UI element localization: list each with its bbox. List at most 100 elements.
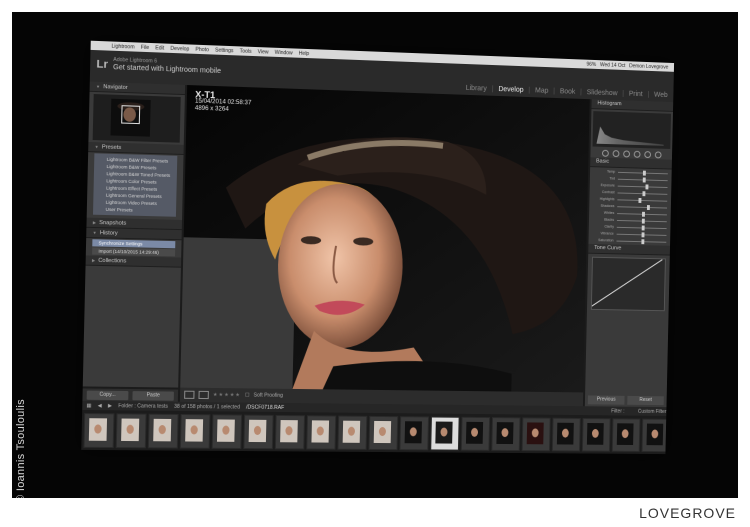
module-book[interactable]: Book [560,88,576,95]
slider-track[interactable] [618,171,668,173]
custom-filter-select[interactable]: Custom Filter [638,408,667,414]
grid-view-icon[interactable]: ▦ [86,402,91,408]
slider-knob[interactable] [642,191,645,196]
menu-edit[interactable]: Edit [155,45,164,51]
slider-track[interactable] [618,178,668,180]
filmstrip-thumbnail[interactable] [306,415,336,449]
slider-track[interactable] [616,240,666,242]
copy-button[interactable]: Copy... [87,391,129,401]
filmstrip-thumbnail[interactable] [212,414,242,449]
history-header[interactable]: ▼ History [86,228,182,240]
radial-filter-icon[interactable] [644,151,651,158]
menu-view[interactable]: View [258,49,269,55]
back-arrow-icon[interactable]: ◀ [98,402,102,408]
module-web[interactable]: Web [654,92,668,99]
filmstrip-thumbnail[interactable] [461,417,490,451]
before-after-icon[interactable] [198,391,208,399]
module-separator: | [580,89,582,96]
filmstrip-thumbnail[interactable] [491,417,520,451]
navigator-thumbnail [110,99,150,137]
paste-button[interactable]: Paste [132,391,174,401]
photo-count: 38 of 158 photos / 1 selected [174,403,240,410]
menu-settings[interactable]: Settings [215,47,234,54]
slider-knob[interactable] [642,211,645,216]
slider-track[interactable] [617,206,667,208]
slider-track[interactable] [618,185,668,187]
slider-track[interactable] [617,199,667,201]
slider-knob[interactable] [642,225,645,230]
left-panel: ▼ Navigator ▼ Presets Lightroom B&W Filter… [83,82,185,388]
filmstrip-thumbnail[interactable] [399,416,429,450]
filmstrip-thumbnail[interactable] [612,418,641,452]
slider-track[interactable] [617,219,667,221]
menu-help[interactable]: Help [299,50,310,56]
folder-source[interactable]: Folder : Camera tests [118,403,168,410]
filmstrip-thumbnail[interactable] [369,416,399,450]
slider-knob[interactable] [642,232,645,237]
filmstrip-thumbnail[interactable] [148,414,179,449]
filmstrip-thumbnail[interactable] [243,415,273,450]
histogram-header[interactable]: Histogram [591,99,673,112]
menu-file[interactable]: File [141,44,149,50]
slider-knob[interactable] [638,197,641,202]
filmstrip-thumbnail[interactable] [582,418,611,452]
filmstrip-thumbnail[interactable] [275,415,305,450]
menu-lightroom[interactable]: Lightroom [111,43,134,50]
slider-knob[interactable] [645,184,648,189]
filmstrip-thumbnail[interactable] [180,414,211,449]
zoom-box[interactable] [121,105,140,124]
clock-text: Wed 14 Oct [600,62,625,69]
slider-knob[interactable] [641,239,644,244]
filmstrip-thumbnail[interactable] [116,413,147,448]
slider-label: Clarity [593,224,614,228]
spot-removal-icon[interactable] [612,150,619,157]
user-name[interactable]: Demon Lovegrove [629,63,668,70]
collapse-icon: ▼ [96,84,100,89]
module-library[interactable]: Library [466,85,487,93]
slider-knob[interactable] [643,170,646,175]
module-map[interactable]: Map [535,87,548,94]
identity-plate[interactable]: Adobe Lightroom 6 Get started with Light… [113,57,221,75]
soft-proofing-checkbox[interactable]: ☐ [245,392,250,398]
collapse-icon: ▶ [93,220,96,225]
main-image-view[interactable]: X-T1 15/04/2014 02:58:37 4896 x 3264 [180,85,590,392]
module-print[interactable]: Print [629,91,643,98]
crop-tool-icon[interactable] [601,150,608,157]
navigator-preview[interactable] [93,94,181,143]
preset-folder[interactable]: User Presets [93,205,176,214]
module-slideshow[interactable]: Slideshow [587,89,618,97]
slider-knob[interactable] [642,218,645,223]
menu-tools[interactable]: Tools [240,48,252,55]
filmstrip-thumbnail[interactable] [522,417,551,451]
rating-stars[interactable]: ★★★★★ [213,392,241,398]
slider-track[interactable] [617,226,667,228]
slider-knob[interactable] [643,177,646,182]
graduated-filter-icon[interactable] [633,151,640,158]
filmstrip-thumbnail[interactable] [337,416,367,450]
filmstrip-thumbnail[interactable] [83,413,114,448]
tone-curve-header[interactable]: Tone Curve [588,244,670,256]
slider-knob[interactable] [647,205,650,210]
slider-label: Saturation [592,238,613,242]
red-eye-icon[interactable] [623,150,630,157]
menu-develop[interactable]: Develop [170,45,189,52]
filmstrip-thumbnail[interactable] [552,418,581,452]
filmstrip-thumbnail[interactable] [430,417,459,451]
navigator-header[interactable]: ▼ Navigator [90,82,186,96]
reset-button[interactable]: Reset [627,396,664,405]
adjustment-brush-icon[interactable] [654,151,661,158]
previous-button[interactable]: Previous [588,395,625,404]
tone-curve-graph[interactable] [591,257,666,311]
collections-header[interactable]: ▶ Collections [86,255,182,267]
forward-arrow-icon[interactable]: ▶ [108,403,112,409]
snapshots-label: Snapshots [99,220,126,227]
slider-track[interactable] [617,233,667,235]
slider-track[interactable] [617,213,667,215]
filmstrip-thumbnail[interactable] [642,419,670,453]
menu-window[interactable]: Window [275,49,293,56]
presets-label: Presets [102,144,122,151]
loupe-view-icon[interactable] [184,391,194,399]
menu-photo[interactable]: Photo [195,46,209,53]
module-develop[interactable]: Develop [498,86,523,94]
slider-track[interactable] [618,192,668,194]
